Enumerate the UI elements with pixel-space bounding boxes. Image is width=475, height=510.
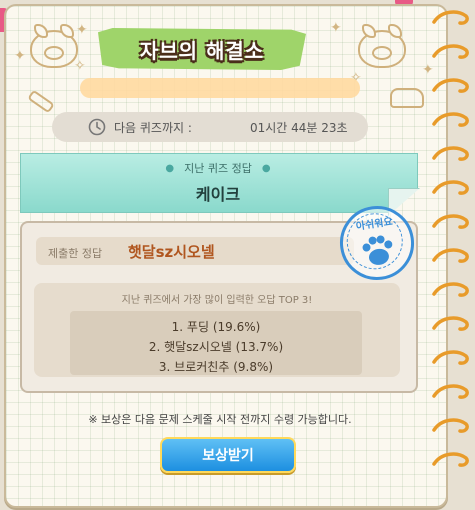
paw-icon bbox=[362, 235, 393, 265]
paw-icon: ● bbox=[261, 162, 271, 174]
sparkle-icon: ✦ bbox=[14, 48, 26, 64]
timer-value: 01시간 44분 23초 bbox=[250, 120, 348, 135]
spiral-ring bbox=[432, 112, 469, 127]
top3-item: 3. 브로커친추 (9.8%) bbox=[158, 360, 274, 374]
title-banner: 자브의 해결소 bbox=[98, 28, 306, 70]
spiral-ring bbox=[432, 78, 469, 93]
pig-snout-icon bbox=[44, 46, 64, 60]
last-answer-label: 지난 퀴즈 정답 bbox=[184, 162, 252, 175]
spiral-ring bbox=[432, 248, 469, 263]
submitted-answer-label: 제출한 정답 bbox=[48, 247, 103, 260]
spiral-ring bbox=[432, 452, 469, 467]
timer-row: 다음 퀴즈까지 : 01시간 44분 23초 bbox=[52, 112, 368, 142]
spiral-ring bbox=[432, 146, 469, 161]
timer-label: 다음 퀴즈까지 : bbox=[114, 120, 192, 135]
last-answer-header: ● 지난 퀴즈 정답 ● bbox=[20, 160, 416, 176]
sparkle-icon: ✦ bbox=[330, 20, 342, 36]
page-title: 자브의 해결소 bbox=[139, 38, 265, 63]
car-doodle bbox=[390, 88, 424, 108]
pig-doodle-left bbox=[30, 24, 78, 68]
highlight-bar bbox=[80, 78, 360, 98]
spiral-ring bbox=[432, 10, 469, 25]
reward-button[interactable]: 보상받기 bbox=[160, 437, 296, 473]
top3-title: 지난 퀴즈에서 가장 많이 입력한 오답 TOP 3! bbox=[121, 295, 313, 306]
reward-notice: ※ 보상은 다음 문제 스케줄 시작 전까지 수령 가능합니다. bbox=[88, 413, 352, 426]
spiral-ring bbox=[432, 180, 469, 195]
paw-icon: ● bbox=[165, 162, 175, 174]
clock-icon bbox=[88, 118, 106, 136]
pig-snout-icon bbox=[372, 46, 392, 60]
spiral-ring bbox=[432, 418, 469, 433]
spiral-ring bbox=[432, 384, 469, 399]
sparkle-icon: ✦ bbox=[76, 22, 88, 38]
sparkle-icon: ✧ bbox=[74, 58, 86, 74]
spiral-ring bbox=[432, 316, 469, 331]
top3-item: 2. 햇달sz시오넬 (13.7%) bbox=[148, 340, 284, 354]
spiral-ring bbox=[432, 44, 469, 59]
spiral-ring bbox=[432, 282, 469, 297]
pig-doodle-right bbox=[358, 24, 406, 68]
spiral-ring bbox=[432, 214, 469, 229]
top3-item: 1. 푸딩 (19.6%) bbox=[171, 320, 261, 334]
spiral-ring bbox=[432, 350, 469, 365]
last-answer-value: 케이크 bbox=[195, 185, 241, 204]
submitted-answer-value: 햇달sz시오넬 bbox=[128, 243, 215, 261]
